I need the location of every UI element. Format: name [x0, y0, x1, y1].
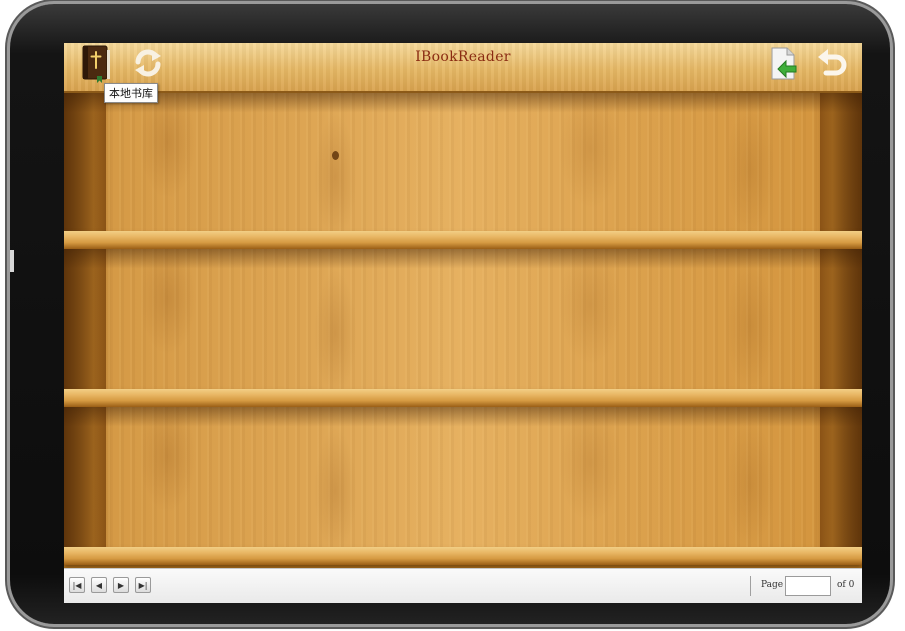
local-library-tooltip: 本地书库 — [104, 83, 158, 103]
prev-page-button[interactable]: ◀ — [91, 577, 107, 593]
page-label: Page — [761, 580, 784, 590]
shelf-board-2 — [64, 389, 862, 407]
shelf-board-1 — [64, 231, 862, 249]
app-screen: IBookReader 本地书库 |◀ ◀ ▶ ▶| Page of 0 — [64, 43, 862, 603]
app-title: IBookReader — [415, 49, 511, 65]
back-arrow-icon[interactable] — [814, 47, 850, 87]
prev-page-icon: ◀ — [95, 580, 103, 590]
import-document-icon[interactable] — [766, 46, 802, 86]
of-label: of 0 — [837, 580, 855, 590]
total-pages: 0 — [848, 580, 855, 590]
next-page-button[interactable]: ▶ — [113, 577, 129, 593]
shelf-board-3 — [64, 547, 862, 565]
last-page-button[interactable]: ▶| — [135, 577, 151, 593]
shelf-row-2 — [64, 249, 862, 389]
last-page-icon: ▶| — [138, 580, 148, 590]
tablet-frame: IBookReader 本地书库 |◀ ◀ ▶ ▶| Page of 0 — [10, 4, 890, 624]
first-page-icon: |◀ — [72, 580, 82, 590]
pager-separator — [750, 576, 751, 596]
first-page-button[interactable]: |◀ — [69, 577, 85, 593]
tablet-side-button — [10, 250, 14, 272]
bookshelf — [64, 93, 862, 565]
shelf-row-1 — [64, 93, 862, 233]
next-page-icon: ▶ — [117, 580, 125, 590]
page-number-input[interactable] — [785, 576, 831, 596]
shelf-row-3 — [64, 407, 862, 547]
pagination-bar: |◀ ◀ ▶ ▶| Page of 0 — [64, 568, 862, 603]
top-toolbar: IBookReader 本地书库 — [64, 43, 862, 103]
